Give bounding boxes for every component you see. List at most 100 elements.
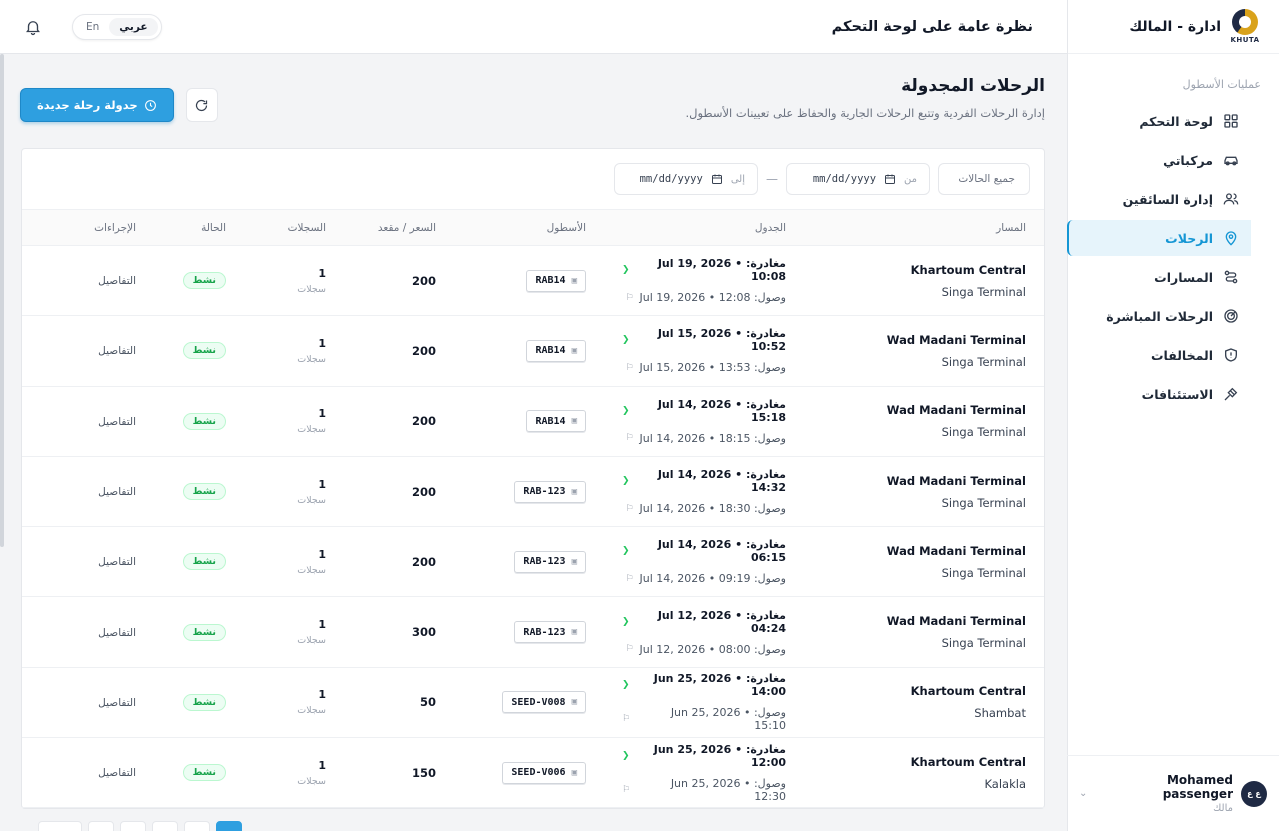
cell-records: 1 سجلات bbox=[244, 456, 344, 528]
page-subtitle: إدارة الرحلات الفردية وتتبع الرحلات الجا… bbox=[685, 106, 1045, 120]
schedule-new-trip-button[interactable]: جدولة رحلة جديدة bbox=[20, 88, 174, 122]
sidebar-item-label: الاستئنافات bbox=[1141, 386, 1213, 402]
cell-price: 200 bbox=[344, 386, 454, 457]
pagination-current-page[interactable] bbox=[216, 821, 242, 831]
cell-records: 1 سجلات bbox=[244, 737, 344, 809]
logo-mark-icon bbox=[1232, 9, 1258, 35]
calendar-icon[interactable] bbox=[711, 173, 723, 185]
records-unit: سجلات bbox=[297, 353, 326, 365]
fleet-tag[interactable]: RAB-123 ▣ bbox=[514, 621, 586, 644]
cell-records: 1 سجلات bbox=[244, 386, 344, 457]
route-destination: Singa Terminal bbox=[941, 565, 1026, 580]
sidebar-item-label: إدارة السائقين bbox=[1122, 191, 1213, 207]
to-date-input[interactable]: إلى mm/dd/yyyy bbox=[614, 163, 758, 195]
fleet-code: RAB14 bbox=[535, 415, 566, 427]
trips-table: المسار الجدول الأسطول السعر / مقعد السجل… bbox=[22, 209, 1044, 809]
details-link[interactable]: التفاصيل bbox=[98, 627, 136, 639]
departure-time: مغادرة: Jul 14, 2026 • 15:18 bbox=[657, 397, 786, 424]
table-row[interactable]: Wad Madani Terminal Singa Terminal مغادرة:… bbox=[22, 596, 1044, 668]
from-date-label: من bbox=[904, 173, 917, 185]
departure-time: مغادرة: Jul 15, 2026 • 10:52 bbox=[657, 327, 786, 354]
bell-icon[interactable] bbox=[24, 18, 42, 36]
car-icon bbox=[1224, 156, 1238, 166]
language-toggle[interactable]: عربي En bbox=[72, 13, 162, 40]
fleet-tag[interactable]: SEED-V008 ▣ bbox=[502, 691, 586, 714]
khuta-logo[interactable]: KHUTA bbox=[1229, 8, 1261, 46]
details-link[interactable]: التفاصيل bbox=[98, 486, 136, 498]
table-header-row: المسار الجدول الأسطول السعر / مقعد السجل… bbox=[22, 209, 1044, 246]
arrow-left-icon: ❮ bbox=[622, 546, 630, 557]
col-fleet[interactable]: الأسطول bbox=[454, 209, 604, 246]
fleet-code: RAB-123 bbox=[523, 486, 566, 498]
fleet-code: RAB14 bbox=[535, 345, 566, 357]
page-title: الرحلات المجدولة bbox=[901, 76, 1045, 96]
table-row[interactable]: Khartoum Central Kalakla مغادرة: Jun 25, 2… bbox=[22, 737, 1044, 809]
status-filter-select[interactable]: جميع الحالات bbox=[938, 163, 1030, 195]
sidebar-item-routes[interactable]: المسارات bbox=[1067, 259, 1251, 295]
pagination-prev-button[interactable] bbox=[38, 821, 82, 831]
route-destination: Singa Terminal bbox=[941, 354, 1026, 369]
pagination-page-button[interactable] bbox=[88, 821, 114, 831]
details-link[interactable]: التفاصيل bbox=[98, 275, 136, 287]
table-row[interactable]: Wad Madani Terminal Singa Terminal مغادرة:… bbox=[22, 315, 1044, 387]
refresh-icon bbox=[196, 99, 208, 111]
col-status[interactable]: الحالة bbox=[154, 209, 244, 246]
cell-actions: التفاصيل bbox=[22, 737, 154, 809]
col-price[interactable]: السعر / مقعد bbox=[344, 209, 454, 246]
pagination-page-button[interactable] bbox=[152, 821, 178, 831]
bus-icon: ▣ bbox=[571, 416, 577, 427]
lang-option-en[interactable]: En bbox=[76, 18, 109, 36]
refresh-button[interactable] bbox=[185, 88, 218, 122]
pagination-page-button[interactable] bbox=[120, 821, 146, 831]
col-route[interactable]: المسار bbox=[804, 209, 1044, 246]
user-profile[interactable]: ع ع Mohamed passenger مالك ⌄ bbox=[1067, 755, 1279, 831]
details-link[interactable]: التفاصيل bbox=[98, 767, 136, 779]
fleet-tag[interactable]: RAB14 ▣ bbox=[526, 339, 586, 362]
map-pin-icon bbox=[1225, 231, 1237, 246]
shield-alert-icon bbox=[1225, 348, 1237, 362]
table-row[interactable]: Wad Madani Terminal Singa Terminal مغادرة:… bbox=[22, 386, 1044, 457]
sidebar-item-violations[interactable]: المخالفات bbox=[1067, 337, 1251, 373]
seat-price: 50 bbox=[419, 695, 436, 710]
sidebar: KHUTA ادارة - المالك عمليات الأسطول لوحة… bbox=[1067, 0, 1279, 831]
col-schedule[interactable]: الجدول bbox=[604, 209, 804, 246]
cell-fleet: SEED-V006 ▣ bbox=[454, 737, 604, 809]
sidebar-item-live-trips[interactable]: الرحلات المباشرة bbox=[1067, 298, 1251, 334]
details-link[interactable]: التفاصيل bbox=[98, 345, 136, 357]
details-link[interactable]: التفاصيل bbox=[98, 416, 136, 428]
arrival-time: وصول: Jul 14, 2026 • 18:15 bbox=[639, 431, 786, 445]
from-date-input[interactable]: من mm/dd/yyyy bbox=[786, 163, 930, 195]
table-row[interactable]: Wad Madani Terminal Singa Terminal مغادرة:… bbox=[22, 526, 1044, 598]
sidebar-item-drivers[interactable]: إدارة السائقين bbox=[1067, 181, 1251, 217]
table-row[interactable]: Khartoum Central Singa Terminal مغادرة: Ju… bbox=[22, 245, 1044, 317]
chevron-down-icon[interactable]: ⌄ bbox=[1079, 788, 1087, 799]
sidebar-item-appeals[interactable]: الاستئنافات bbox=[1067, 376, 1251, 412]
calendar-icon[interactable] bbox=[884, 173, 896, 185]
table-row[interactable]: Khartoum Central Shambat مغادرة: Jun 25, 2… bbox=[22, 667, 1044, 739]
lang-option-ar[interactable]: عربي bbox=[109, 17, 158, 36]
cell-schedule: مغادرة: Jun 25, 2026 • 12:00 ❮ وصول: Jun 2… bbox=[604, 737, 804, 809]
bus-icon: ▣ bbox=[571, 486, 577, 497]
cell-schedule: مغادرة: Jul 15, 2026 • 10:52 ❮ وصول: Jul 1… bbox=[604, 315, 804, 387]
sidebar-item-dashboard[interactable]: لوحة التحكم bbox=[1067, 103, 1251, 139]
seat-price: 200 bbox=[411, 414, 436, 429]
bus-icon: ▣ bbox=[571, 767, 577, 778]
cell-fleet: RAB14 ▣ bbox=[454, 245, 604, 317]
table-row[interactable]: Wad Madani Terminal Singa Terminal مغادرة:… bbox=[22, 456, 1044, 528]
fleet-tag[interactable]: RAB-123 ▣ bbox=[514, 480, 586, 503]
col-records[interactable]: السجلات bbox=[244, 209, 344, 246]
pagination-page-button[interactable] bbox=[184, 821, 210, 831]
fleet-tag[interactable]: RAB14 ▣ bbox=[526, 410, 586, 433]
details-link[interactable]: التفاصيل bbox=[98, 556, 136, 568]
fleet-tag[interactable]: SEED-V006 ▣ bbox=[502, 761, 586, 784]
fleet-tag[interactable]: RAB-123 ▣ bbox=[514, 550, 586, 573]
sidebar-item-trips[interactable]: الرحلات bbox=[1067, 220, 1251, 256]
fleet-tag[interactable]: RAB14 ▣ bbox=[526, 269, 586, 292]
cell-actions: التفاصيل bbox=[22, 315, 154, 387]
details-link[interactable]: التفاصيل bbox=[98, 697, 136, 709]
route-origin: Khartoum Central bbox=[910, 262, 1026, 277]
sidebar-item-vehicles[interactable]: مركباتي bbox=[1067, 142, 1251, 178]
trips-card: جميع الحالات من mm/dd/yyyy — إلى mm/dd/y… bbox=[21, 148, 1045, 810]
scrollbar[interactable] bbox=[0, 54, 4, 547]
status-badge: نشط bbox=[182, 272, 226, 290]
